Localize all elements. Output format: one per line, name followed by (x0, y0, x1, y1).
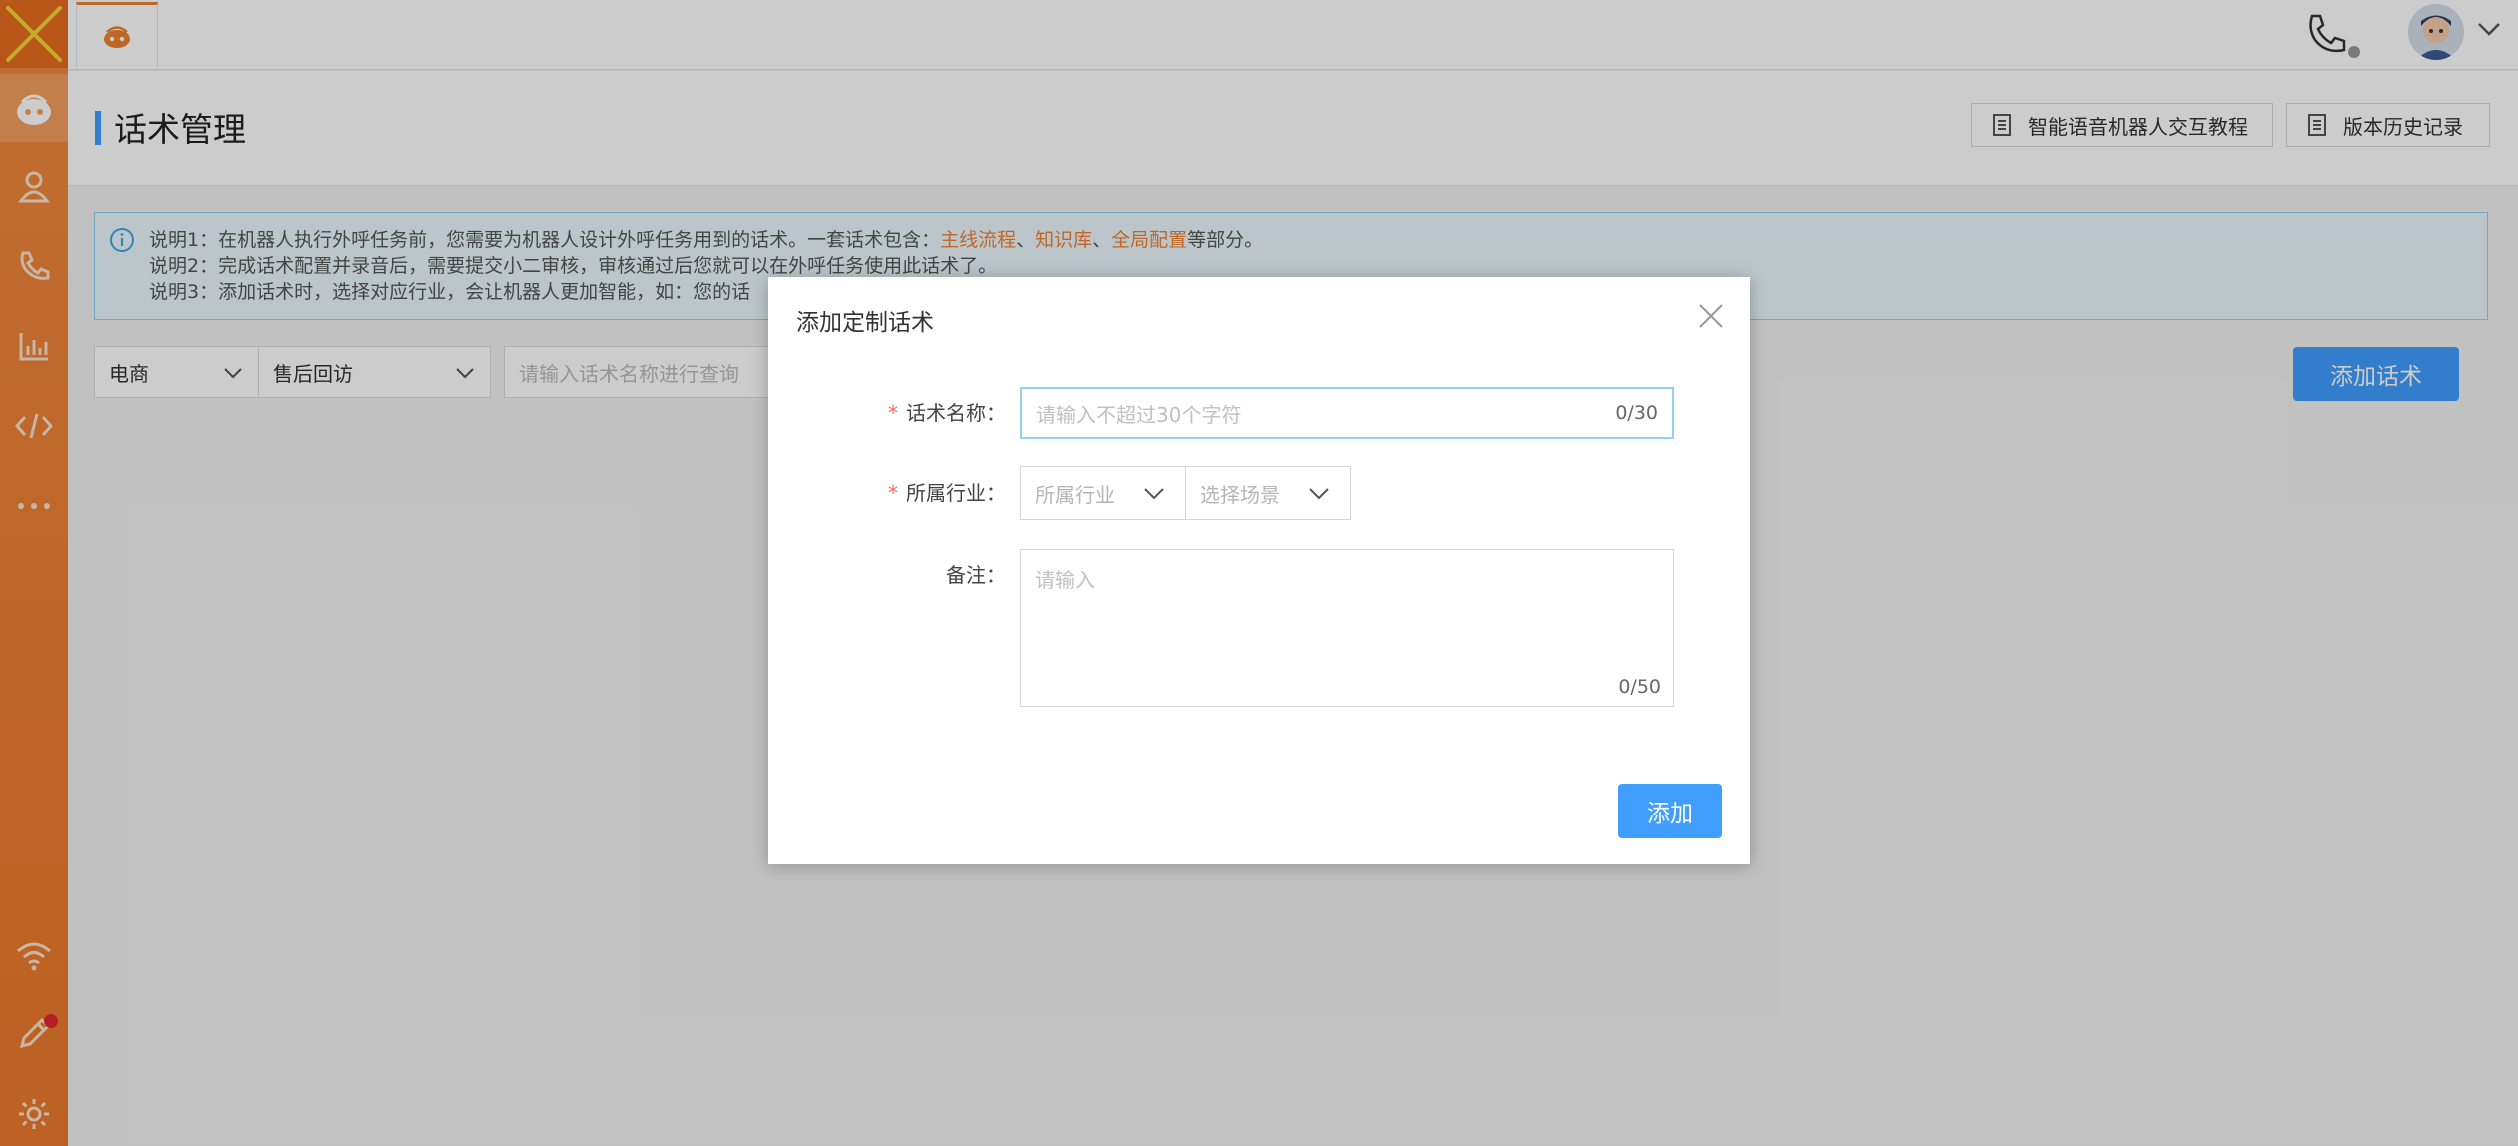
script-name-counter: 0/30 (1615, 402, 1658, 424)
script-name-input[interactable]: 请输入不超过30个字符 0/30 (1020, 387, 1674, 439)
chevron-down-icon (1144, 488, 1164, 500)
remark-label: 备注： (946, 563, 1006, 587)
remark-placeholder: 请输入 (1035, 568, 1095, 592)
remark-textarea[interactable]: 请输入 0/50 (1020, 549, 1674, 707)
add-custom-script-dialog: 添加定制话术 * 话术名称： 请输入不超过30个字符 0/30 * 所属行业： 所属… (768, 277, 1750, 864)
script-name-placeholder: 请输入不超过30个字符 (1036, 402, 1242, 427)
industry-label: * 所属行业： (888, 481, 1006, 505)
dialog-scene-placeholder: 选择场景 (1200, 482, 1280, 507)
dialog-scene-select[interactable]: 选择场景 (1185, 466, 1351, 520)
dialog-title: 添加定制话术 (796, 310, 934, 336)
dialog-industry-placeholder: 所属行业 (1035, 482, 1115, 507)
chevron-down-icon (1309, 488, 1329, 500)
dialog-add-button[interactable]: 添加 (1618, 784, 1722, 838)
close-icon[interactable] (1696, 301, 1726, 331)
remark-counter: 0/50 (1618, 676, 1661, 698)
dialog-industry-select[interactable]: 所属行业 (1020, 466, 1186, 520)
script-name-label: * 话术名称： (888, 401, 1006, 425)
